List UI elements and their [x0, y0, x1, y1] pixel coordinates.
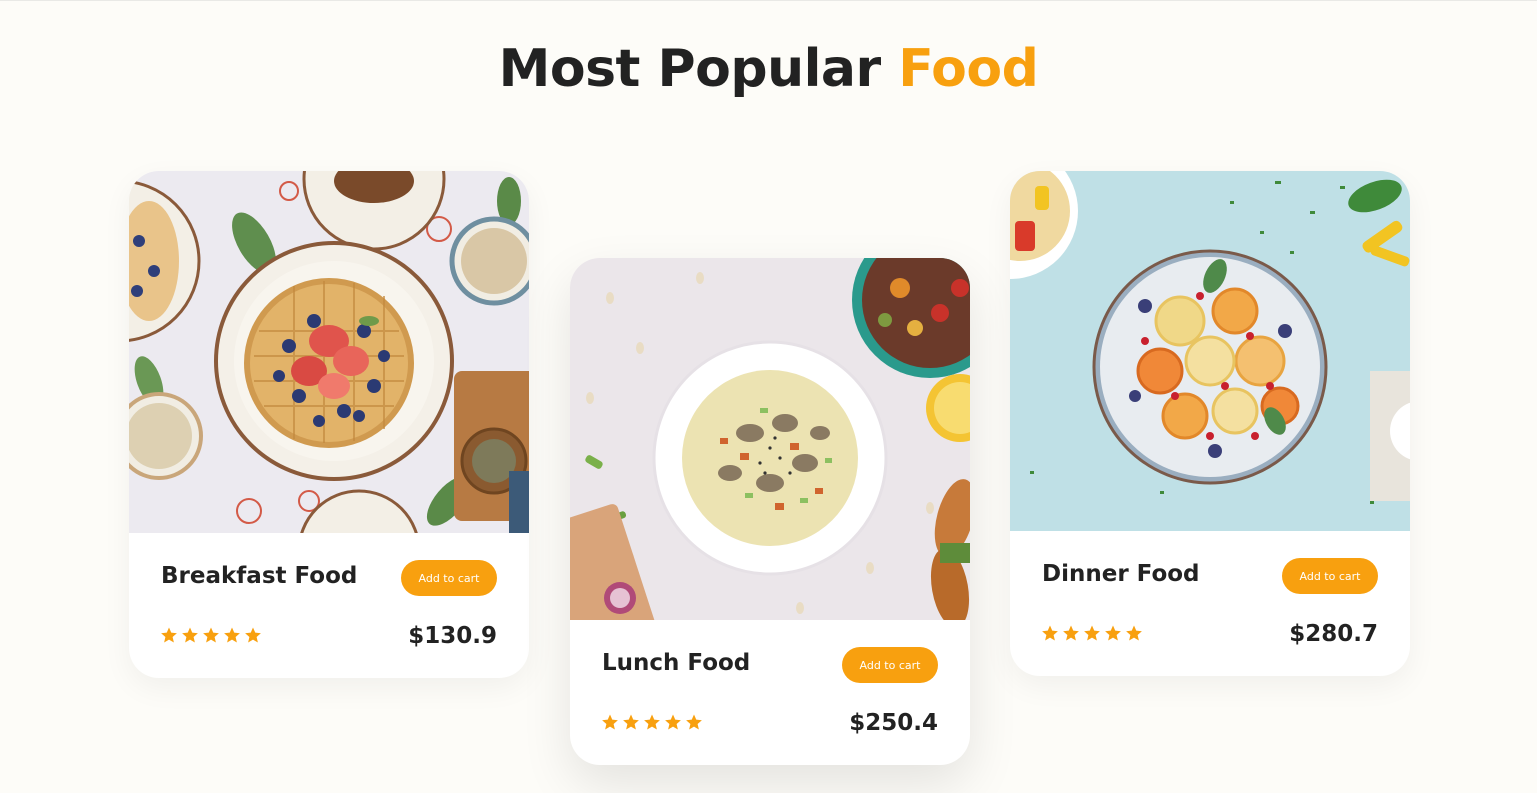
star-icon: [644, 714, 660, 730]
star-icon: [203, 627, 219, 643]
star-icon: [224, 627, 240, 643]
add-to-cart-button[interactable]: Add to cart: [1282, 558, 1378, 594]
star-rating: [601, 713, 703, 731]
food-name: Breakfast Food: [161, 563, 358, 589]
food-name: Lunch Food: [602, 650, 751, 676]
lunch-food-image: [570, 258, 970, 620]
section-title-main: Most Popular: [498, 39, 882, 99]
card-body: Dinner Food Add to cart $280.7: [1010, 531, 1410, 676]
star-icon: [1084, 625, 1100, 641]
food-name: Dinner Food: [1042, 561, 1200, 587]
food-card-breakfast: Breakfast Food Add to cart $130.9: [129, 171, 529, 678]
section-title-accent: Food: [898, 39, 1039, 99]
add-to-cart-button[interactable]: Add to cart: [401, 560, 497, 596]
breakfast-food-image: [129, 171, 529, 533]
citrus-salad-photo: [1010, 171, 1410, 531]
add-to-cart-button[interactable]: Add to cart: [842, 647, 938, 683]
waffles-photo: [129, 171, 529, 533]
chowder-photo: [570, 258, 970, 620]
price: $250.4: [849, 710, 938, 736]
star-rating: [160, 626, 262, 644]
star-icon: [686, 714, 702, 730]
star-icon: [623, 714, 639, 730]
star-icon: [161, 627, 177, 643]
dinner-food-image: [1010, 171, 1410, 531]
card-body: Lunch Food Add to cart $250.4: [570, 620, 970, 765]
popular-food-section: Most Popular Food Breakfast Food Add to …: [0, 0, 1537, 793]
star-icon: [602, 714, 618, 730]
star-icon: [245, 627, 261, 643]
food-card-lunch: Lunch Food Add to cart $250.4: [570, 258, 970, 765]
star-icon: [665, 714, 681, 730]
star-icon: [1126, 625, 1142, 641]
star-icon: [1042, 625, 1058, 641]
star-icon: [182, 627, 198, 643]
star-icon: [1063, 625, 1079, 641]
price: $280.7: [1289, 621, 1378, 647]
star-icon: [1105, 625, 1121, 641]
price: $130.9: [408, 623, 497, 649]
section-title: Most Popular Food: [0, 39, 1537, 99]
card-body: Breakfast Food Add to cart $130.9: [129, 533, 529, 678]
star-rating: [1041, 624, 1143, 642]
food-card-dinner: Dinner Food Add to cart $280.7: [1010, 171, 1410, 676]
